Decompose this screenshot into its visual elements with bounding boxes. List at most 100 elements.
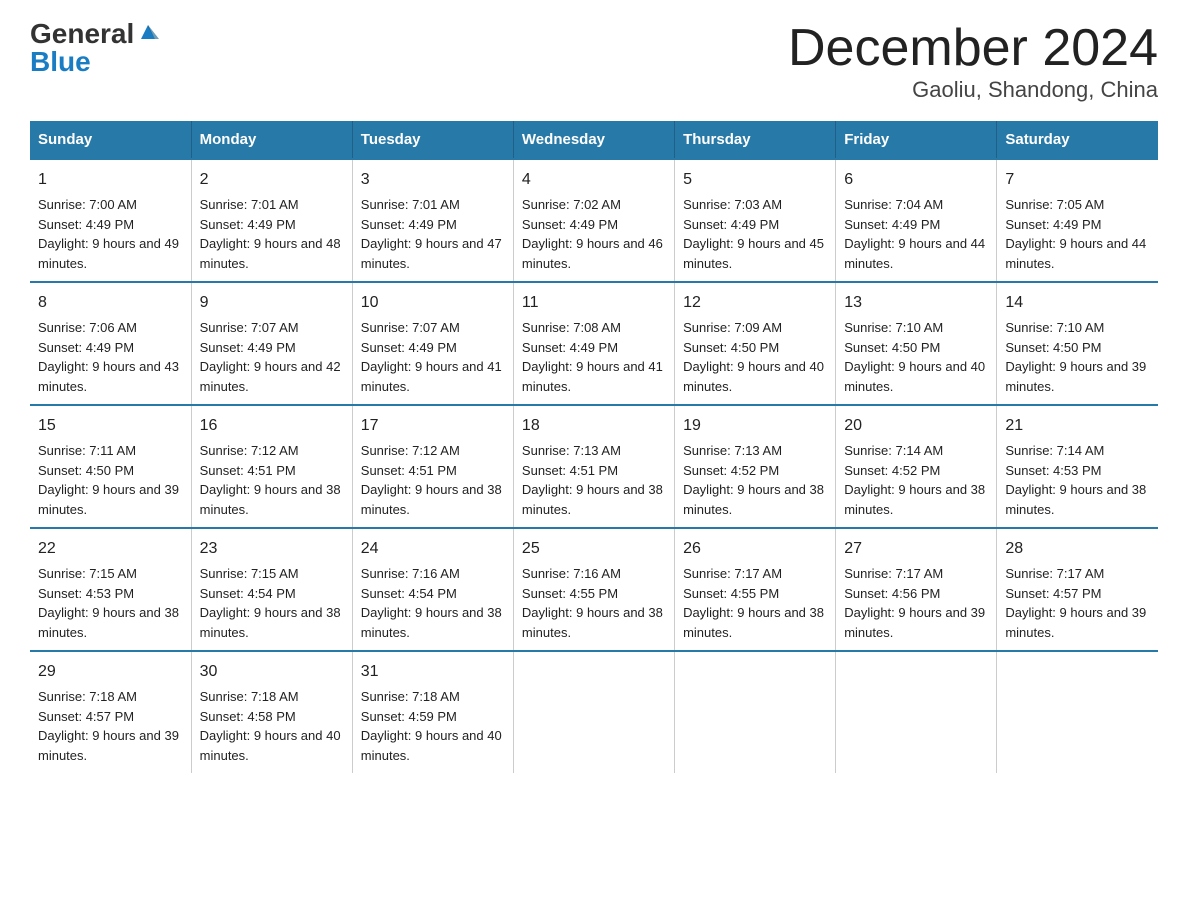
calendar-cell [513, 651, 674, 773]
calendar-header: SundayMondayTuesdayWednesdayThursdayFrid… [30, 121, 1158, 159]
day-sunrise: Sunrise: 7:07 AMSunset: 4:49 PMDaylight:… [200, 320, 341, 394]
calendar-cell: 11 Sunrise: 7:08 AMSunset: 4:49 PMDayligh… [513, 282, 674, 405]
calendar-cell: 23 Sunrise: 7:15 AMSunset: 4:54 PMDayligh… [191, 528, 352, 651]
calendar-title: December 2024 [788, 20, 1158, 77]
day-header-wednesday: Wednesday [513, 121, 674, 159]
calendar-cell: 14 Sunrise: 7:10 AMSunset: 4:50 PMDayligh… [997, 282, 1158, 405]
day-number: 24 [361, 537, 505, 561]
day-sunrise: Sunrise: 7:08 AMSunset: 4:49 PMDaylight:… [522, 320, 663, 394]
day-sunrise: Sunrise: 7:12 AMSunset: 4:51 PMDaylight:… [361, 443, 502, 517]
day-sunrise: Sunrise: 7:15 AMSunset: 4:53 PMDaylight:… [38, 566, 179, 640]
day-number: 29 [38, 660, 183, 684]
day-sunrise: Sunrise: 7:13 AMSunset: 4:51 PMDaylight:… [522, 443, 663, 517]
day-number: 7 [1005, 168, 1150, 192]
calendar-cell: 16 Sunrise: 7:12 AMSunset: 4:51 PMDayligh… [191, 405, 352, 528]
calendar-cell: 30 Sunrise: 7:18 AMSunset: 4:58 PMDayligh… [191, 651, 352, 773]
day-sunrise: Sunrise: 7:14 AMSunset: 4:53 PMDaylight:… [1005, 443, 1146, 517]
calendar-cell: 12 Sunrise: 7:09 AMSunset: 4:50 PMDayligh… [675, 282, 836, 405]
day-header-saturday: Saturday [997, 121, 1158, 159]
page-header: General Blue December 2024 Gaoliu, Shand… [30, 20, 1158, 103]
day-number: 5 [683, 168, 827, 192]
logo-general: General [30, 20, 134, 48]
day-number: 20 [844, 414, 988, 438]
calendar-cell: 6 Sunrise: 7:04 AMSunset: 4:49 PMDaylight… [836, 159, 997, 282]
day-number: 1 [38, 168, 183, 192]
calendar-cell: 9 Sunrise: 7:07 AMSunset: 4:49 PMDaylight… [191, 282, 352, 405]
day-sunrise: Sunrise: 7:18 AMSunset: 4:58 PMDaylight:… [200, 689, 341, 763]
calendar-cell: 21Sunrise: 7:14 AMSunset: 4:53 PMDayligh… [997, 405, 1158, 528]
day-sunrise: Sunrise: 7:18 AMSunset: 4:57 PMDaylight:… [38, 689, 179, 763]
day-sunrise: Sunrise: 7:04 AMSunset: 4:49 PMDaylight:… [844, 197, 985, 271]
day-sunrise: Sunrise: 7:10 AMSunset: 4:50 PMDaylight:… [1005, 320, 1146, 394]
day-number: 17 [361, 414, 505, 438]
day-header-monday: Monday [191, 121, 352, 159]
day-sunrise: Sunrise: 7:17 AMSunset: 4:55 PMDaylight:… [683, 566, 824, 640]
calendar-cell: 20 Sunrise: 7:14 AMSunset: 4:52 PMDayligh… [836, 405, 997, 528]
day-number: 23 [200, 537, 344, 561]
calendar-cell: 13Sunrise: 7:10 AMSunset: 4:50 PMDayligh… [836, 282, 997, 405]
calendar-cell: 17 Sunrise: 7:12 AMSunset: 4:51 PMDayligh… [352, 405, 513, 528]
day-header-sunday: Sunday [30, 121, 191, 159]
day-number: 28 [1005, 537, 1150, 561]
day-header-thursday: Thursday [675, 121, 836, 159]
day-number: 12 [683, 291, 827, 315]
calendar-cell: 3 Sunrise: 7:01 AMSunset: 4:49 PMDaylight… [352, 159, 513, 282]
logo-blue: Blue [30, 46, 91, 77]
day-sunrise: Sunrise: 7:01 AMSunset: 4:49 PMDaylight:… [361, 197, 502, 271]
day-number: 4 [522, 168, 666, 192]
day-number: 14 [1005, 291, 1150, 315]
logo: General Blue [30, 20, 159, 76]
calendar-cell: 28 Sunrise: 7:17 AMSunset: 4:57 PMDayligh… [997, 528, 1158, 651]
day-header-friday: Friday [836, 121, 997, 159]
day-number: 9 [200, 291, 344, 315]
day-number: 25 [522, 537, 666, 561]
day-number: 11 [522, 291, 666, 315]
day-number: 18 [522, 414, 666, 438]
day-sunrise: Sunrise: 7:09 AMSunset: 4:50 PMDaylight:… [683, 320, 824, 394]
day-number: 27 [844, 537, 988, 561]
week-row-3: 15Sunrise: 7:11 AMSunset: 4:50 PMDayligh… [30, 405, 1158, 528]
day-number: 16 [200, 414, 344, 438]
calendar-cell: 8 Sunrise: 7:06 AMSunset: 4:49 PMDaylight… [30, 282, 191, 405]
day-sunrise: Sunrise: 7:16 AMSunset: 4:55 PMDaylight:… [522, 566, 663, 640]
week-row-5: 29 Sunrise: 7:18 AMSunset: 4:57 PMDayligh… [30, 651, 1158, 773]
calendar-cell [836, 651, 997, 773]
calendar-cell: 19Sunrise: 7:13 AMSunset: 4:52 PMDayligh… [675, 405, 836, 528]
calendar-cell: 29 Sunrise: 7:18 AMSunset: 4:57 PMDayligh… [30, 651, 191, 773]
calendar-cell [997, 651, 1158, 773]
day-number: 30 [200, 660, 344, 684]
day-number: 3 [361, 168, 505, 192]
title-section: December 2024 Gaoliu, Shandong, China [788, 20, 1158, 103]
day-sunrise: Sunrise: 7:16 AMSunset: 4:54 PMDaylight:… [361, 566, 502, 640]
day-sunrise: Sunrise: 7:14 AMSunset: 4:52 PMDaylight:… [844, 443, 985, 517]
day-sunrise: Sunrise: 7:06 AMSunset: 4:49 PMDaylight:… [38, 320, 179, 394]
day-sunrise: Sunrise: 7:12 AMSunset: 4:51 PMDaylight:… [200, 443, 341, 517]
calendar-cell: 1Sunrise: 7:00 AMSunset: 4:49 PMDaylight… [30, 159, 191, 282]
day-header-tuesday: Tuesday [352, 121, 513, 159]
day-sunrise: Sunrise: 7:10 AMSunset: 4:50 PMDaylight:… [844, 320, 985, 394]
day-number: 10 [361, 291, 505, 315]
day-sunrise: Sunrise: 7:17 AMSunset: 4:56 PMDaylight:… [844, 566, 985, 640]
week-row-1: 1Sunrise: 7:00 AMSunset: 4:49 PMDaylight… [30, 159, 1158, 282]
logo-triangle-icon [137, 21, 159, 43]
day-number: 8 [38, 291, 183, 315]
day-number: 6 [844, 168, 988, 192]
calendar-cell: 31Sunrise: 7:18 AMSunset: 4:59 PMDayligh… [352, 651, 513, 773]
day-sunrise: Sunrise: 7:03 AMSunset: 4:49 PMDaylight:… [683, 197, 824, 271]
day-sunrise: Sunrise: 7:05 AMSunset: 4:49 PMDaylight:… [1005, 197, 1146, 271]
calendar-cell: 7 Sunrise: 7:05 AMSunset: 4:49 PMDaylight… [997, 159, 1158, 282]
day-number: 19 [683, 414, 827, 438]
day-sunrise: Sunrise: 7:15 AMSunset: 4:54 PMDaylight:… [200, 566, 341, 640]
day-number: 2 [200, 168, 344, 192]
calendar-cell: 25 Sunrise: 7:16 AMSunset: 4:55 PMDayligh… [513, 528, 674, 651]
day-sunrise: Sunrise: 7:07 AMSunset: 4:49 PMDaylight:… [361, 320, 502, 394]
calendar-table: SundayMondayTuesdayWednesdayThursdayFrid… [30, 121, 1158, 773]
week-row-2: 8 Sunrise: 7:06 AMSunset: 4:49 PMDaylight… [30, 282, 1158, 405]
calendar-subtitle: Gaoliu, Shandong, China [788, 77, 1158, 103]
calendar-cell: 5 Sunrise: 7:03 AMSunset: 4:49 PMDaylight… [675, 159, 836, 282]
calendar-cell: 18 Sunrise: 7:13 AMSunset: 4:51 PMDayligh… [513, 405, 674, 528]
week-row-4: 22Sunrise: 7:15 AMSunset: 4:53 PMDayligh… [30, 528, 1158, 651]
day-sunrise: Sunrise: 7:17 AMSunset: 4:57 PMDaylight:… [1005, 566, 1146, 640]
calendar-cell: 26Sunrise: 7:17 AMSunset: 4:55 PMDayligh… [675, 528, 836, 651]
calendar-cell: 15Sunrise: 7:11 AMSunset: 4:50 PMDayligh… [30, 405, 191, 528]
